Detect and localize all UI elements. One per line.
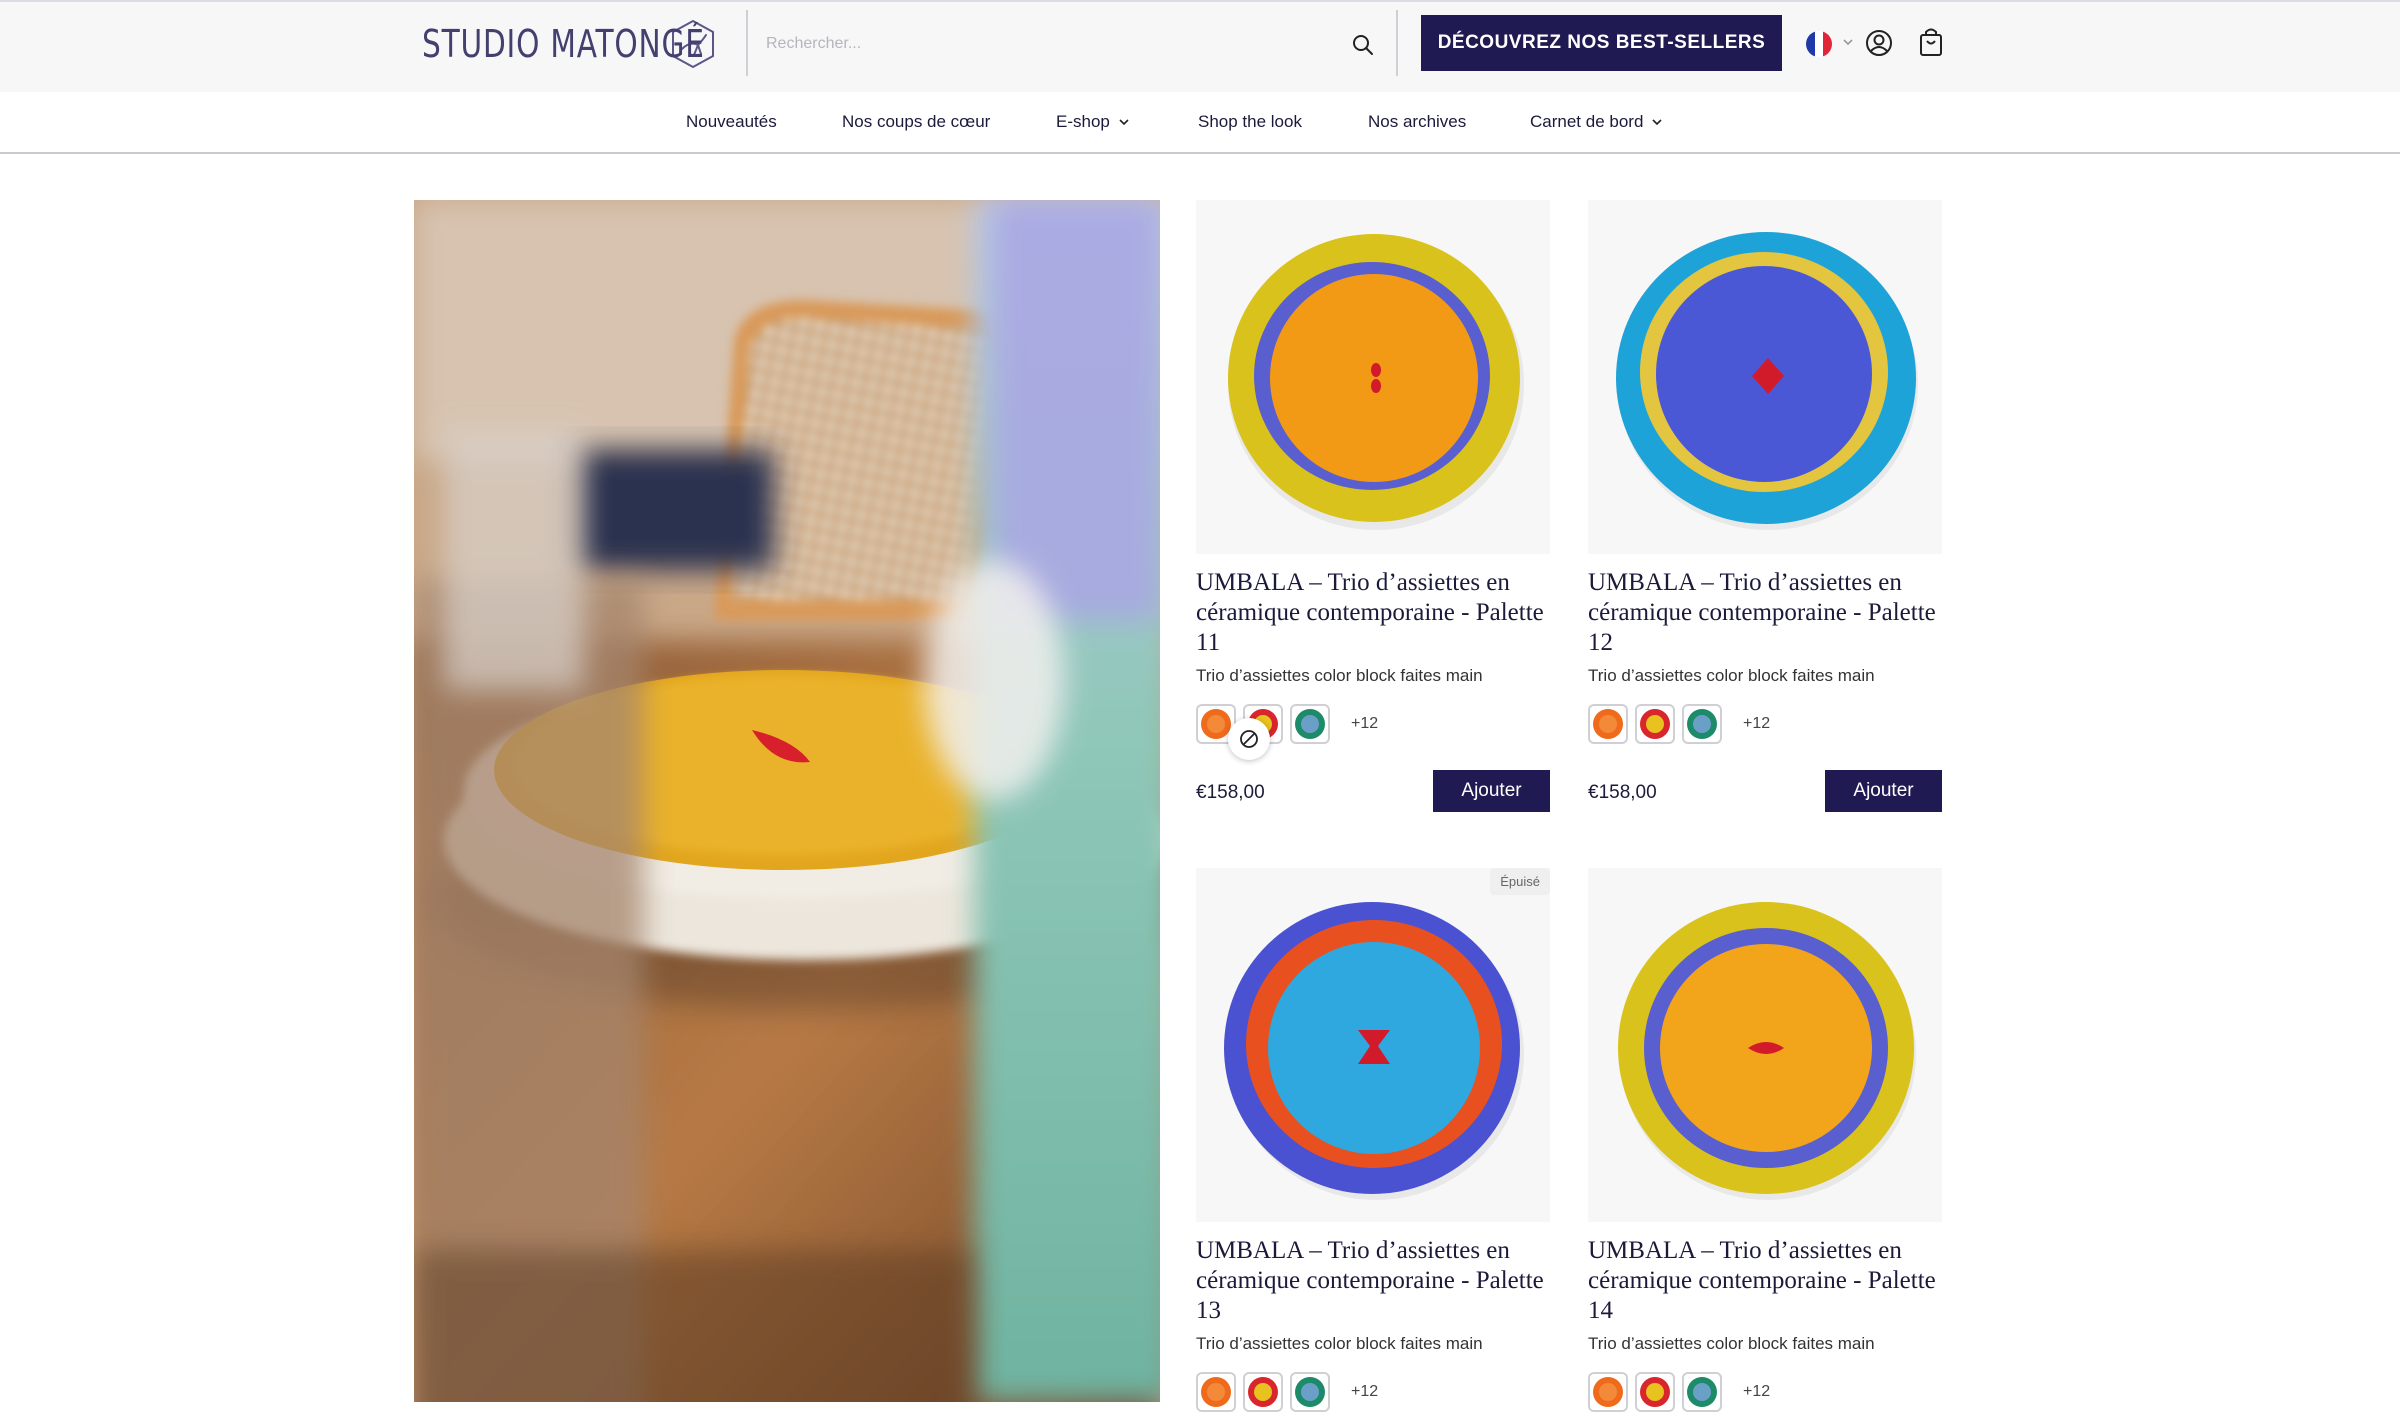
product-image[interactable] <box>1196 200 1550 554</box>
add-to-cart-button[interactable]: Ajouter <box>1825 770 1942 812</box>
nav-item-coups-de-coeur[interactable]: Nos coups de cœur <box>842 112 990 132</box>
color-swatch[interactable] <box>1635 1372 1675 1412</box>
product-card[interactable]: Épuisé UMBALA – Trio d’assiettes en céra… <box>1196 868 1550 1412</box>
logo[interactable]: STUDIO MATONGÉ <box>422 16 718 72</box>
color-swatch[interactable] <box>1635 704 1675 744</box>
header-divider <box>746 10 748 76</box>
color-swatches: +12 <box>1196 704 1378 744</box>
best-sellers-button[interactable]: DÉCOUVREZ NOS BEST-SELLERS <box>1421 15 1782 71</box>
product-subtitle: Trio d’assiettes color block faites main <box>1588 666 1875 685</box>
nav-item-e-shop[interactable]: E-shop <box>1056 112 1130 132</box>
product-image[interactable] <box>1588 200 1942 554</box>
color-swatch[interactable] <box>1290 1372 1330 1412</box>
product-subtitle: Trio d’assiettes color block faites main <box>1196 1334 1483 1353</box>
account-icon[interactable] <box>1864 28 1894 58</box>
nav-item-label: E-shop <box>1056 112 1110 131</box>
color-swatch[interactable] <box>1243 1372 1283 1412</box>
search-input[interactable] <box>766 24 1326 64</box>
nav-item-archives[interactable]: Nos archives <box>1368 112 1466 132</box>
product-card[interactable]: UMBALA – Trio d’assiettes en céramique c… <box>1588 200 1942 820</box>
product-title[interactable]: UMBALA – Trio d’assiettes en céramique c… <box>1588 568 1942 658</box>
nav-item-label: Carnet de bord <box>1530 112 1644 131</box>
color-swatches: +12 <box>1588 704 1770 744</box>
color-swatches: +12 <box>1588 1372 1770 1412</box>
france-flag-icon[interactable] <box>1806 31 1832 57</box>
product-price: €158,00 <box>1588 782 1657 803</box>
product-title[interactable]: UMBALA – Trio d’assiettes en céramique c… <box>1196 1236 1550 1326</box>
search-icon[interactable] <box>1350 32 1376 58</box>
more-swatches-count[interactable]: +12 <box>1351 1383 1378 1401</box>
color-swatch[interactable] <box>1682 704 1722 744</box>
chevron-down-icon[interactable] <box>1842 36 1854 48</box>
product-title[interactable]: UMBALA – Trio d’assiettes en céramique c… <box>1588 1236 1942 1326</box>
shopping-bag-icon[interactable] <box>1917 26 1945 58</box>
add-to-cart-button[interactable]: Ajouter <box>1433 770 1550 812</box>
more-swatches-count[interactable]: +12 <box>1743 715 1770 733</box>
chevron-down-icon <box>1119 119 1129 126</box>
header-divider <box>1396 10 1398 76</box>
product-title[interactable]: UMBALA – Trio d’assiettes en céramique c… <box>1196 568 1550 658</box>
top-bar: STUDIO MATONGÉ DÉCOUVREZ NOS BEST-SELLER… <box>0 0 2400 92</box>
main-nav: Nouveautés Nos coups de cœur E-shop Shop… <box>0 92 2400 154</box>
nav-item-carnet-de-bord[interactable]: Carnet de bord <box>1530 112 1663 132</box>
product-image[interactable] <box>1196 868 1550 1222</box>
color-swatches: +12 <box>1196 1372 1378 1412</box>
chevron-down-icon <box>1652 119 1662 126</box>
product-subtitle: Trio d’assiettes color block faites main <box>1196 666 1483 685</box>
nav-item-nouveautes[interactable]: Nouveautés <box>686 112 777 132</box>
color-swatch[interactable] <box>1588 1372 1628 1412</box>
color-swatch[interactable] <box>1682 1372 1722 1412</box>
product-subtitle: Trio d’assiettes color block faites main <box>1588 1334 1875 1353</box>
more-swatches-count[interactable]: +12 <box>1351 715 1378 733</box>
logo-text: STUDIO MATONGÉ <box>422 22 705 66</box>
not-allowed-cursor-icon <box>1228 718 1270 760</box>
product-card[interactable]: UMBALA – Trio d’assiettes en céramique c… <box>1588 868 1942 1412</box>
nav-item-label: Shop the look <box>1198 112 1302 131</box>
nav-item-label: Nos coups de cœur <box>842 112 991 131</box>
nav-item-shop-the-look[interactable]: Shop the look <box>1198 112 1302 132</box>
nav-item-label: Nouveautés <box>686 112 777 131</box>
product-price: €158,00 <box>1196 782 1265 803</box>
hero-lifestyle-image <box>414 200 1160 1402</box>
nav-item-label: Nos archives <box>1368 112 1467 131</box>
color-swatch[interactable] <box>1588 704 1628 744</box>
sold-out-badge: Épuisé <box>1490 868 1550 895</box>
product-image[interactable] <box>1588 868 1942 1222</box>
color-swatch[interactable] <box>1196 1372 1236 1412</box>
more-swatches-count[interactable]: +12 <box>1743 1383 1770 1401</box>
color-swatch[interactable] <box>1290 704 1330 744</box>
